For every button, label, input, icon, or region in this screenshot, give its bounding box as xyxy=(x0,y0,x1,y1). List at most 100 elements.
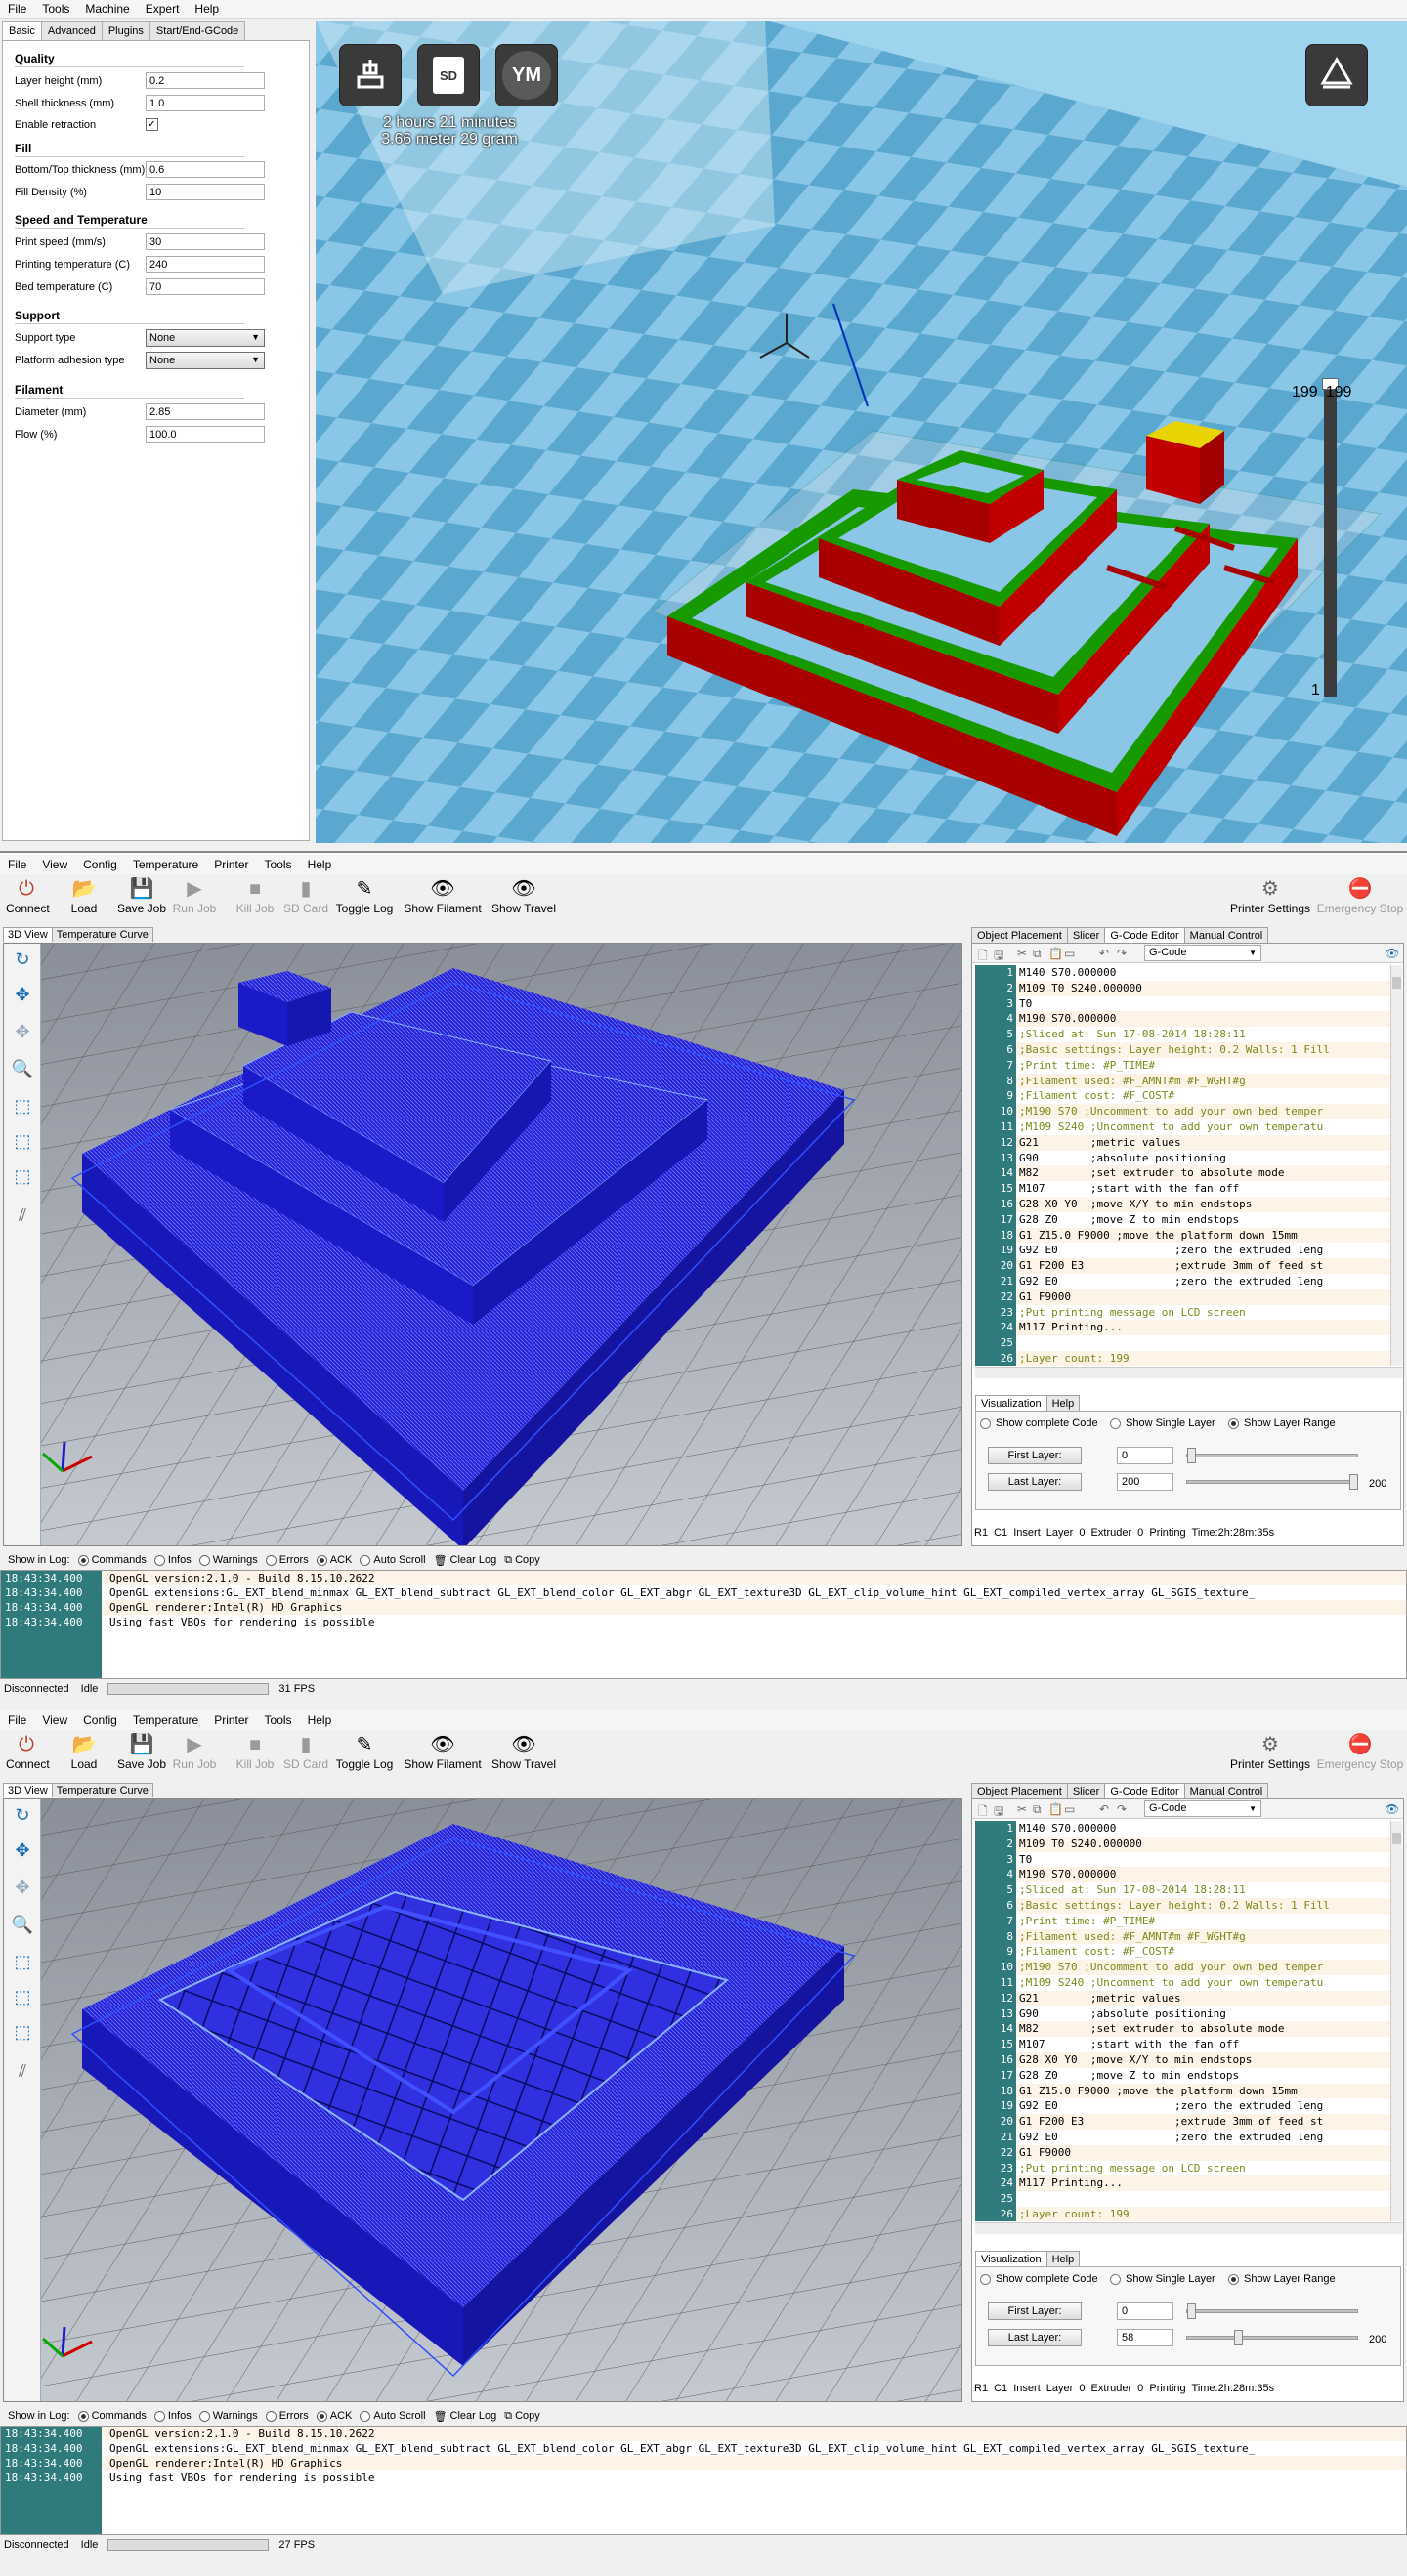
infos-toggle[interactable]: Infos xyxy=(153,2410,192,2422)
save-sd-button[interactable]: SD xyxy=(417,44,480,106)
load-model-button[interactable] xyxy=(339,44,402,106)
copy-icon[interactable]: ⧉ xyxy=(1033,947,1042,961)
menu-file[interactable]: File xyxy=(0,858,34,871)
save-job-button[interactable]: 💾 Save Job xyxy=(115,1732,168,1779)
tab-visualization[interactable]: Visualization xyxy=(975,1395,1047,1412)
menu-file[interactable]: File xyxy=(0,2,34,16)
menu-temperature[interactable]: Temperature xyxy=(125,1713,206,1727)
save-job-button[interactable]: 💾 Save Job xyxy=(115,876,168,923)
layer-height-input[interactable] xyxy=(146,72,265,89)
tab-help[interactable]: Help xyxy=(1045,1395,1081,1412)
run-job-button[interactable]: ▶ Run Job xyxy=(172,1732,217,1779)
gcode-3d-view[interactable]: ↻ ✥ ✥ 🔍 ⬚ ⬚ ⬚ ⫽ xyxy=(3,943,962,1546)
copy-button[interactable]: ⧉ Copy xyxy=(504,2410,540,2423)
last-layer-slider-knob[interactable] xyxy=(1234,2330,1244,2345)
clear-icon[interactable]: ▭ xyxy=(1064,1802,1075,1816)
auto-scroll-toggle[interactable]: Auto Scroll xyxy=(360,1554,426,1566)
ack-toggle[interactable]: ACK xyxy=(316,2410,352,2422)
sd-card-button[interactable]: ▮ SD Card xyxy=(281,876,330,923)
tab-start-end-gcode[interactable]: Start/End-GCode xyxy=(149,21,246,41)
new-file-icon[interactable]: 🗋 xyxy=(978,1802,988,1823)
gcode-3d-view[interactable]: ↻ ✥ ✥ 🔍 ⬚ ⬚ ⬚ ⫽ xyxy=(3,1798,962,2402)
tab-advanced[interactable]: Advanced xyxy=(40,21,103,41)
kill-job-button[interactable]: ■ Kill Job xyxy=(233,1732,277,1779)
toggle-log-button[interactable]: ✎ Toggle Log xyxy=(334,1732,395,1779)
last-layer-slider-knob[interactable] xyxy=(1349,1474,1358,1490)
scroll-thumb[interactable] xyxy=(1392,977,1401,989)
first-layer-button[interactable]: First Layer: xyxy=(988,2302,1082,2320)
horizontal-scrollbar[interactable] xyxy=(975,2222,1402,2234)
front-view-icon[interactable]: ⬚ xyxy=(11,1129,34,1153)
view-mode-button[interactable] xyxy=(1305,44,1368,106)
cut-icon[interactable]: ✂ xyxy=(1017,947,1027,960)
errors-toggle[interactable]: Errors xyxy=(265,2410,309,2422)
first-layer-input[interactable] xyxy=(1117,2302,1173,2320)
cut-icon[interactable]: ✂ xyxy=(1017,1802,1027,1816)
tab-3d-view[interactable]: 3D View xyxy=(3,927,53,942)
tab-manual-control[interactable]: Manual Control xyxy=(1183,927,1269,944)
warnings-toggle[interactable]: Warnings xyxy=(198,1554,258,1566)
first-layer-slider-knob[interactable] xyxy=(1187,1448,1196,1463)
vertical-scrollbar[interactable] xyxy=(1390,1821,1402,2221)
tab-plugins[interactable]: Plugins xyxy=(101,21,150,41)
menu-machine[interactable]: Machine xyxy=(77,2,137,16)
zoom-icon[interactable]: 🔍 xyxy=(11,1057,34,1080)
menu-tools[interactable]: Tools xyxy=(257,1713,300,1727)
log-area[interactable]: 18:43:34.400 OpenGL version:2.1.0 - Build… xyxy=(0,1570,1407,1679)
horizontal-scrollbar[interactable] xyxy=(975,1367,1402,1378)
run-job-button[interactable]: ▶ Run Job xyxy=(172,876,217,923)
show-layer-range-radio[interactable]: Show Layer Range xyxy=(1228,1417,1336,1429)
first-layer-slider[interactable] xyxy=(1186,1448,1358,1463)
redo-icon[interactable]: ↷ xyxy=(1117,1802,1127,1816)
flow-input[interactable] xyxy=(146,426,265,443)
menu-printer[interactable]: Printer xyxy=(206,1713,256,1727)
tab-gcode-editor[interactable]: G-Code Editor xyxy=(1104,1783,1185,1799)
move-object-icon[interactable]: ✥ xyxy=(11,1876,34,1899)
show-complete-code-radio[interactable]: Show complete Code xyxy=(980,2273,1098,2285)
top-view-icon[interactable]: ⬚ xyxy=(11,1164,34,1188)
menu-config[interactable]: Config xyxy=(75,1713,125,1727)
connect-button[interactable]: ⏻ Connect xyxy=(6,1732,50,1779)
show-travel-button[interactable]: 👁 Show Travel xyxy=(489,1732,559,1779)
menu-temperature[interactable]: Temperature xyxy=(125,858,206,871)
bed-temperature-input[interactable] xyxy=(146,278,265,295)
toggle-log-button[interactable]: ✎ Toggle Log xyxy=(334,876,395,923)
menu-tools[interactable]: Tools xyxy=(34,2,77,16)
tab-temperature-curve[interactable]: Temperature Curve xyxy=(51,927,153,942)
commands-toggle[interactable]: Commands xyxy=(77,2410,147,2422)
save-icon[interactable]: 🖫 xyxy=(994,947,1003,967)
menu-config[interactable]: Config xyxy=(75,858,125,871)
tab-gcode-editor[interactable]: G-Code Editor xyxy=(1104,927,1185,944)
commands-toggle[interactable]: Commands xyxy=(77,1554,147,1566)
clear-icon[interactable]: ▭ xyxy=(1064,947,1075,960)
tab-object-placement[interactable]: Object Placement xyxy=(971,1783,1068,1799)
tab-slicer[interactable]: Slicer xyxy=(1066,927,1106,944)
eye-icon[interactable]: 👁 xyxy=(1385,1802,1399,1816)
move-object-icon[interactable]: ✥ xyxy=(11,1020,34,1043)
errors-toggle[interactable]: Errors xyxy=(265,1554,309,1566)
clear-log-button[interactable]: 🗑 Clear Log xyxy=(434,2410,497,2423)
menu-view[interactable]: View xyxy=(34,858,75,871)
emergency-stop-button[interactable]: ⛔ Emergency Stop xyxy=(1315,1732,1405,1779)
warnings-toggle[interactable]: Warnings xyxy=(198,2410,258,2422)
log-area[interactable]: 18:43:34.400 OpenGL version:2.1.0 - Build… xyxy=(0,2426,1407,2535)
parallel-projection-icon[interactable]: ⫽ xyxy=(11,2059,34,2083)
ack-toggle[interactable]: ACK xyxy=(316,1554,352,1566)
platform-adhesion-select[interactable]: None ▼ xyxy=(146,352,265,369)
enable-retraction-checkbox[interactable]: ✓ xyxy=(146,118,158,131)
reset-view-icon[interactable]: ↻ xyxy=(11,948,34,971)
gcode-type-select[interactable]: G-Code ▼ xyxy=(1144,945,1261,961)
first-layer-button[interactable]: First Layer: xyxy=(988,1447,1082,1464)
first-layer-input[interactable] xyxy=(1117,1447,1173,1464)
tab-slicer[interactable]: Slicer xyxy=(1066,1783,1106,1799)
front-view-icon[interactable]: ⬚ xyxy=(11,1985,34,2008)
show-complete-code-radio[interactable]: Show complete Code xyxy=(980,1417,1098,1429)
scroll-thumb[interactable] xyxy=(1392,1833,1401,1844)
menu-file[interactable]: File xyxy=(0,1713,34,1727)
menu-help[interactable]: Help xyxy=(300,858,340,871)
menu-expert[interactable]: Expert xyxy=(138,2,188,16)
paste-icon[interactable]: 📋 xyxy=(1048,1802,1063,1816)
diameter-input[interactable] xyxy=(146,403,265,420)
zoom-icon[interactable]: 🔍 xyxy=(11,1913,34,1936)
gcode-text[interactable]: 1 M140 S70.000000 2 M109 T0 S240.000000 3 T0 4… xyxy=(975,965,1390,1366)
